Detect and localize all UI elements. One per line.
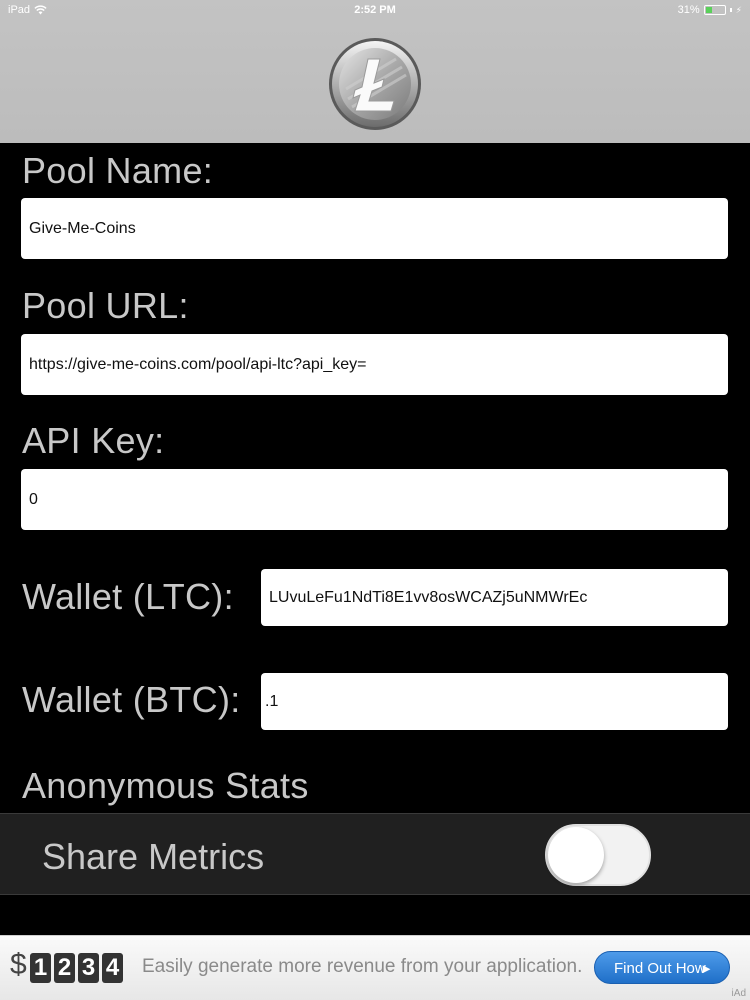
battery-percent: 31%: [677, 4, 700, 16]
pool-url-input[interactable]: [21, 334, 728, 395]
find-out-how-button[interactable]: Find Out How ►: [594, 951, 730, 984]
app-header: iPad 2:52 PM 31% ⚡: [0, 0, 750, 143]
api-key-input[interactable]: [21, 469, 728, 530]
find-out-how-label: Find Out How: [614, 960, 706, 977]
ad-dollar-sign: $: [10, 948, 27, 981]
ad-digit: 1: [30, 953, 51, 983]
ad-digit: 3: [78, 953, 99, 983]
chevron-right-icon: ►: [700, 961, 713, 976]
status-time: 2:52 PM: [354, 4, 396, 16]
toggle-knob[interactable]: [548, 827, 604, 883]
charging-icon: ⚡: [735, 4, 742, 15]
pool-name-label: Pool Name:: [22, 150, 214, 191]
ad-digit: 4: [102, 953, 123, 983]
ad-text: Easily generate more revenue from your a…: [142, 956, 583, 977]
wallet-ltc-input[interactable]: [261, 569, 728, 626]
api-key-label: API Key:: [22, 420, 165, 461]
wallet-btc-label: Wallet (BTC):: [22, 679, 241, 720]
share-metrics-row: Share Metrics: [0, 813, 750, 895]
share-metrics-label: Share Metrics: [42, 836, 265, 877]
battery-indicator: 31% ⚡: [678, 4, 742, 16]
wallet-btc-input[interactable]: [261, 673, 728, 730]
anonymous-stats-heading: Anonymous Stats: [22, 765, 309, 806]
ad-digit: 2: [54, 953, 75, 983]
pool-name-input[interactable]: [21, 198, 728, 259]
ad-digit-counter: 1 2 3 4: [30, 953, 123, 983]
status-bar: iPad 2:52 PM 31% ⚡: [0, 0, 750, 22]
litecoin-logo-icon: [329, 38, 421, 130]
ad-banner[interactable]: $ 1 2 3 4 Easily generate more revenue f…: [0, 935, 750, 1000]
battery-icon: [703, 5, 726, 15]
share-metrics-toggle[interactable]: [545, 824, 651, 886]
pool-url-label: Pool URL:: [22, 285, 189, 326]
iad-badge: iAd: [731, 988, 746, 999]
wallet-ltc-label: Wallet (LTC):: [22, 576, 234, 617]
